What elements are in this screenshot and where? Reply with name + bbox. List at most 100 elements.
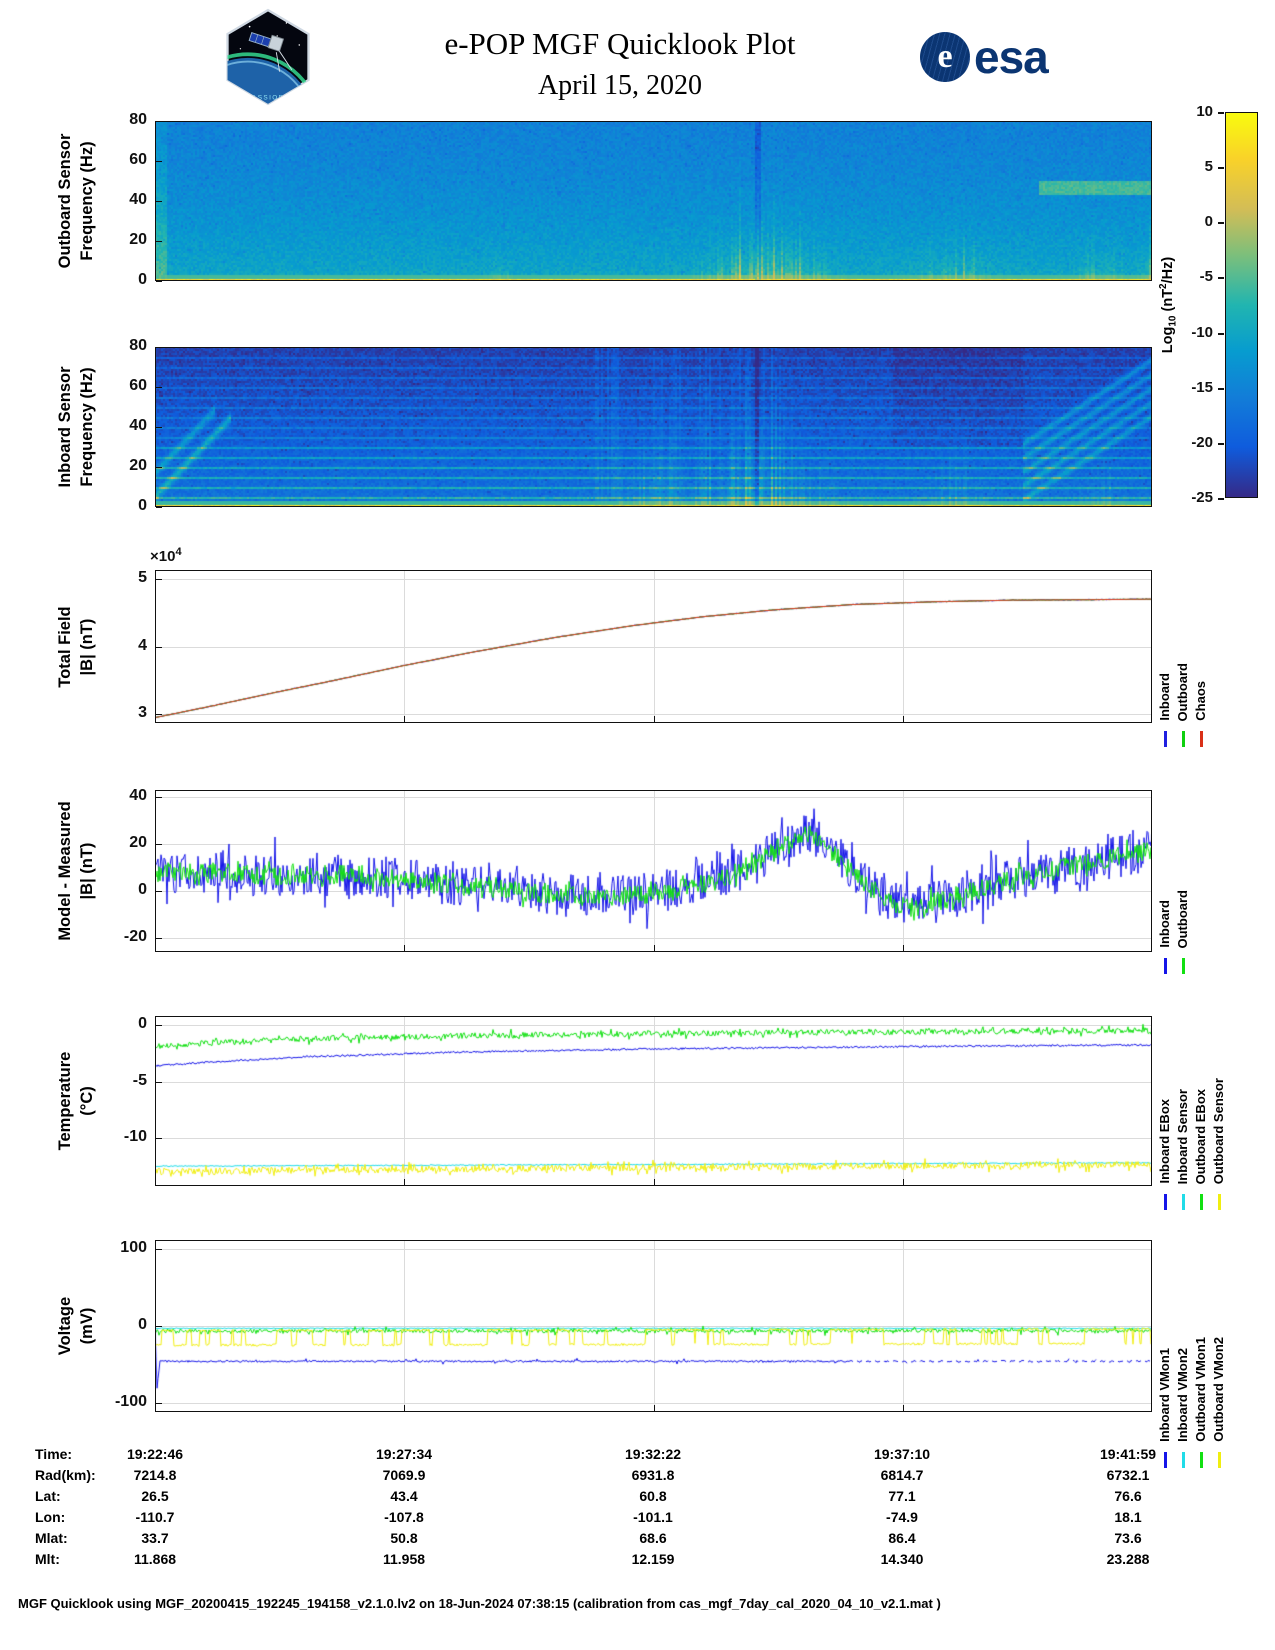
axes-box	[155, 1016, 1152, 1186]
tick-mark	[653, 716, 655, 722]
tick-mark	[156, 467, 162, 468]
tick-mark	[902, 1405, 904, 1411]
table-cell: 6931.8	[631, 1467, 675, 1483]
tick-mark	[156, 121, 162, 122]
colorbar-tick	[1218, 498, 1224, 500]
colorbar-tick	[1218, 387, 1224, 390]
legend-marker	[1182, 1194, 1185, 1210]
tick-mark	[156, 1025, 162, 1027]
colorbar-label-sup: 2	[1158, 283, 1169, 289]
legend-marker	[1164, 958, 1167, 974]
legend-label: Outboard	[1175, 662, 1190, 722]
table-cell: 33.7	[141, 1530, 169, 1546]
tick-mark	[156, 241, 162, 242]
tick-mark	[902, 1179, 904, 1185]
tick-mark	[156, 578, 162, 580]
legend-label: Inboard Sensor	[1175, 1088, 1190, 1184]
legend-marker	[1164, 731, 1167, 747]
y-axis-label-line: Voltage	[56, 1296, 74, 1356]
table-cell: 50.8	[390, 1530, 418, 1546]
table-cell: 12.159	[631, 1551, 675, 1567]
header: CASSIOPE e-POP MGF Quicklook Plot April …	[0, 0, 1275, 110]
axes-box	[155, 790, 1152, 952]
tick-mark	[653, 1179, 655, 1185]
tick-mark	[156, 161, 162, 162]
legend-label: Inboard VMon2	[1175, 1348, 1190, 1442]
table-cell: 7214.8	[133, 1467, 177, 1483]
esa-logo: e esa	[920, 30, 1049, 84]
esa-disc-icon: e	[920, 32, 970, 82]
axes-box	[155, 121, 1152, 281]
tick-mark	[156, 427, 162, 428]
colorbar-label-sub: 10	[1167, 315, 1179, 327]
table-cell: 86.4	[888, 1530, 916, 1546]
legend-label: Outboard Sensor	[1211, 1077, 1226, 1184]
table-cell: 73.6	[1114, 1530, 1142, 1546]
colorbar-tick-label: 10	[1196, 103, 1213, 120]
table-cell: 6814.7	[880, 1467, 924, 1483]
table-cell: 6732.1	[1106, 1467, 1150, 1483]
legend-marker	[1182, 958, 1185, 974]
table-cell: 19:22:46	[126, 1446, 184, 1462]
table-cell: 60.8	[639, 1488, 667, 1504]
legend-label: Chaos	[1193, 681, 1208, 721]
table-cell: 19:32:22	[624, 1446, 682, 1462]
legend-marker	[1182, 731, 1185, 747]
colorbar-tick	[1218, 112, 1224, 114]
offset-exp: 4	[175, 546, 182, 558]
offset-label: ×104	[150, 546, 182, 565]
legend-marker	[1218, 1194, 1221, 1210]
offset-base: ×10	[150, 548, 176, 565]
tick-mark	[156, 797, 162, 799]
legend: Inboard EBox Inboard Sensor Outboard EBox O…	[1157, 1004, 1229, 1184]
legend: Inboard VMon1 Inboard VMon2 Outboard VMon1…	[1157, 1228, 1229, 1442]
legend-marker	[1200, 1452, 1203, 1468]
tick-mark	[902, 716, 904, 722]
colorbar-tick-label: -25	[1191, 489, 1213, 506]
colorbar-tick	[1218, 277, 1224, 280]
patch-star	[285, 22, 288, 24]
patch-star	[239, 48, 242, 50]
colorbar-label: Log10 (nT2/Hz)	[1158, 155, 1179, 455]
tick-mark	[156, 714, 162, 716]
tick-mark	[653, 1405, 655, 1411]
esa-wordmark: esa	[974, 31, 1049, 83]
table-cell: 19:37:10	[873, 1446, 931, 1462]
tick-mark	[156, 1081, 162, 1083]
tick-mark	[902, 945, 904, 951]
legend-label: Inboard VMon1	[1157, 1348, 1172, 1442]
legend-label: Inboard EBox	[1157, 1099, 1172, 1184]
tick-mark	[404, 1405, 406, 1411]
legend-marker	[1218, 1452, 1221, 1468]
page-title: e-POP MGF Quicklook Plot	[444, 26, 796, 61]
table-cell: 14.340	[880, 1551, 924, 1567]
legend-label: Outboard EBox	[1193, 1088, 1208, 1184]
tick-mark	[156, 347, 162, 348]
table-cell: 19:41:59	[1099, 1446, 1157, 1462]
axes-box	[155, 347, 1152, 507]
legend-marker	[1200, 1194, 1203, 1210]
table-cell: 7069.9	[382, 1467, 426, 1483]
tick-mark	[156, 646, 162, 648]
legend: Inboard Outboard Chaos	[1157, 558, 1211, 722]
table-cell: 11.868	[133, 1551, 177, 1567]
y-axis-label: Voltage (mV)	[53, 1126, 99, 1526]
esa-e-glyph: e	[937, 38, 953, 75]
tick-mark	[156, 1138, 162, 1140]
tick-mark	[156, 1402, 162, 1404]
table-cell: -107.8	[384, 1509, 424, 1525]
legend-label: Outboard VMon2	[1211, 1337, 1226, 1442]
colorbar-tick	[1218, 222, 1224, 225]
colorbar-tick	[1218, 442, 1224, 445]
legend-marker	[1200, 731, 1203, 747]
tick-mark	[156, 507, 162, 508]
tick-mark	[156, 890, 162, 892]
tick-mark	[404, 945, 406, 951]
table-cell: -110.7	[135, 1509, 175, 1525]
tick-mark	[156, 1249, 162, 1251]
tick-mark	[156, 387, 162, 388]
axes-box	[155, 570, 1152, 723]
table-cell: -101.1	[633, 1509, 673, 1525]
colorbar-label-post: /Hz)	[1159, 256, 1176, 284]
colorbar-tick	[1218, 167, 1224, 170]
